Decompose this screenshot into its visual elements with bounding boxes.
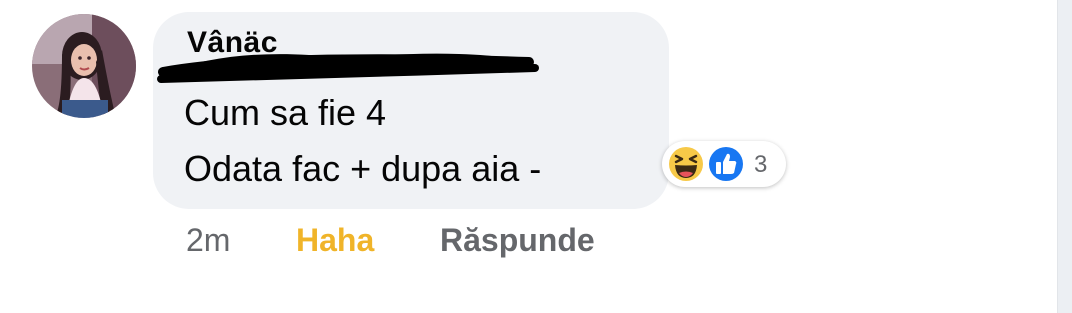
reaction-count: 3 (754, 151, 768, 178)
comment-timestamp[interactable]: 2m (186, 222, 230, 259)
reaction-summary[interactable]: 3 (662, 141, 786, 187)
reply-button[interactable]: Răspunde (440, 222, 595, 259)
avatar-photo (32, 14, 136, 118)
redaction-scribble (157, 53, 539, 83)
haha-reaction-button[interactable]: Haha (296, 222, 374, 259)
comment-text-line: Odata fac + dupa aia - (184, 148, 542, 189)
scrollbar-track (1057, 0, 1072, 313)
avatar[interactable] (32, 14, 136, 118)
like-icon (707, 145, 745, 183)
comment-bubble: Vânäc Cum sa fie 4 Odata fac + dupa aia … (153, 12, 669, 209)
haha-icon (667, 145, 705, 183)
comment-text-line: Cum sa fie 4 (184, 92, 387, 133)
